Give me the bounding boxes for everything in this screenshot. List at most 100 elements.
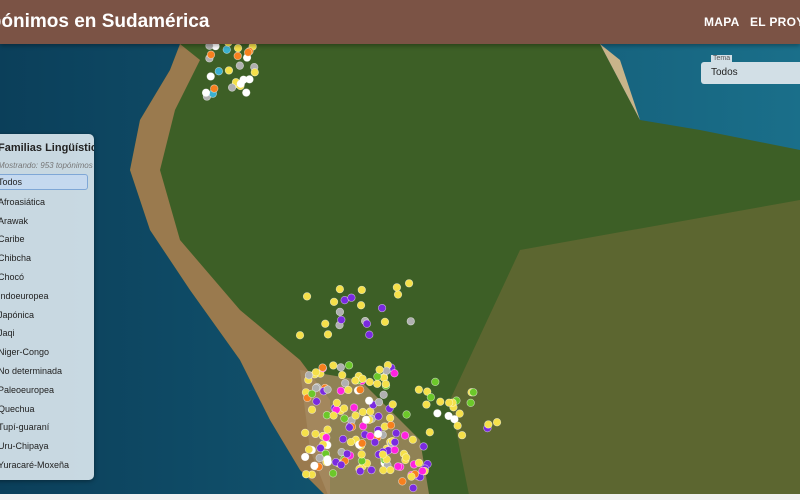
toponym-marker[interactable] [337,315,346,324]
toponym-marker[interactable] [425,428,434,437]
toponym-marker[interactable] [426,393,435,402]
toponym-marker[interactable] [357,450,366,459]
toponym-marker[interactable] [338,435,348,444]
toponym-marker[interactable] [393,290,403,299]
toponym-marker[interactable] [414,458,424,467]
toponym-marker[interactable] [364,396,374,405]
toponym-marker[interactable] [365,377,374,387]
toponym-marker[interactable] [404,279,414,288]
toponym-marker[interactable] [323,330,333,339]
toponym-marker[interactable] [323,425,332,434]
toponym-marker[interactable] [315,453,324,463]
nav-mapa[interactable]: MAPA [704,15,740,29]
toponym-marker[interactable] [373,379,382,388]
family-item-chibcha[interactable]: Chibcha [0,249,94,268]
toponym-marker[interactable] [222,45,231,54]
toponym-marker[interactable] [386,421,396,430]
toponym-marker[interactable] [346,437,356,447]
family-item-no-determinada[interactable]: No determinada [0,362,94,381]
toponym-marker[interactable] [433,409,442,418]
toponym-marker[interactable] [307,389,317,398]
toponym-marker[interactable] [323,457,332,467]
toponym-marker[interactable] [406,317,415,326]
toponym-marker[interactable] [235,61,244,70]
toponym-marker[interactable] [431,377,440,386]
toponym-marker[interactable] [338,370,347,380]
toponym-marker[interactable] [377,303,387,313]
toponym-marker[interactable] [242,88,251,97]
toponym-marker[interactable] [328,469,338,478]
toponym-marker[interactable] [422,400,431,409]
toponym-marker[interactable] [345,423,354,432]
toponym-marker[interactable] [436,397,445,406]
toponym-marker[interactable] [392,283,401,292]
toponym-marker[interactable] [358,374,367,383]
toponym-marker[interactable] [400,431,410,440]
toponym-marker[interactable] [335,307,345,316]
family-item-arawak[interactable]: Arawak [0,212,94,231]
toponym-marker[interactable] [367,465,376,475]
family-item-japónica[interactable]: Japónica [0,306,94,325]
toponym-marker[interactable] [379,466,388,475]
toponym-marker[interactable] [455,409,464,418]
toponym-marker[interactable] [244,48,253,57]
toponym-marker[interactable] [373,429,383,439]
toponym-marker[interactable] [329,297,339,306]
toponym-marker[interactable] [301,428,310,437]
toponym-marker[interactable] [402,453,411,462]
family-item-todos[interactable]: Todos [0,174,88,190]
toponym-marker[interactable] [392,429,401,438]
toponym-marker[interactable] [390,369,399,378]
toponym-marker[interactable] [301,470,311,479]
toponym-marker[interactable] [419,442,428,451]
toponym-marker[interactable] [386,413,395,423]
toponym-marker[interactable] [340,414,349,423]
toponym-marker[interactable] [337,460,346,469]
toponym-marker[interactable] [336,363,345,372]
toponym-marker[interactable] [379,390,388,399]
toponym-marker[interactable] [393,462,403,471]
toponym-marker[interactable] [402,410,411,419]
toponym-marker[interactable] [407,472,416,481]
toponym-marker[interactable] [301,452,310,462]
toponym-marker[interactable] [386,465,395,475]
toponym-marker[interactable] [414,385,423,394]
toponym-marker[interactable] [356,301,366,310]
toponym-marker[interactable] [224,66,234,75]
toponym-marker[interactable] [351,411,360,420]
family-item-yuracaré-moxeña[interactable]: Yuracaré-Moxeña [0,456,94,475]
toponym-marker[interactable] [365,330,374,339]
toponym-marker[interactable] [408,435,417,444]
toponym-marker[interactable] [357,285,366,295]
toponym-marker[interactable] [321,319,330,328]
family-item-paleoeuropea[interactable]: Paleoeuropea [0,381,94,400]
toponym-marker[interactable] [344,385,353,395]
toponym-marker[interactable] [307,405,317,414]
family-item-indoeuropea[interactable]: Indoeuropea [0,287,94,306]
toponym-marker[interactable] [373,372,382,381]
toponym-marker[interactable] [361,415,371,424]
toponym-marker[interactable] [339,404,349,413]
toponym-marker[interactable] [311,429,320,439]
family-item-quechua[interactable]: Quechua [0,400,94,419]
toponym-marker[interactable] [349,403,359,412]
toponym-marker[interactable] [390,438,399,447]
toponym-marker[interactable] [382,366,391,375]
toponym-marker[interactable] [312,397,321,406]
toponym-marker[interactable] [236,79,245,88]
toponym-marker[interactable] [206,72,215,81]
toponym-marker[interactable] [295,331,305,340]
toponym-marker[interactable] [409,483,418,493]
toponym-marker[interactable] [398,477,407,486]
toponym-marker[interactable] [329,361,338,370]
toponym-marker[interactable] [484,420,493,429]
toponym-marker[interactable] [453,421,462,430]
toponym-marker[interactable] [336,386,345,395]
toponym-marker[interactable] [343,449,352,458]
toponym-marker[interactable] [444,411,453,421]
toponym-marker[interactable] [375,365,384,374]
toponym-marker[interactable] [210,84,219,93]
toponym-marker[interactable] [332,398,341,408]
toponym-marker[interactable] [201,88,211,97]
toponym-marker[interactable] [302,292,312,301]
